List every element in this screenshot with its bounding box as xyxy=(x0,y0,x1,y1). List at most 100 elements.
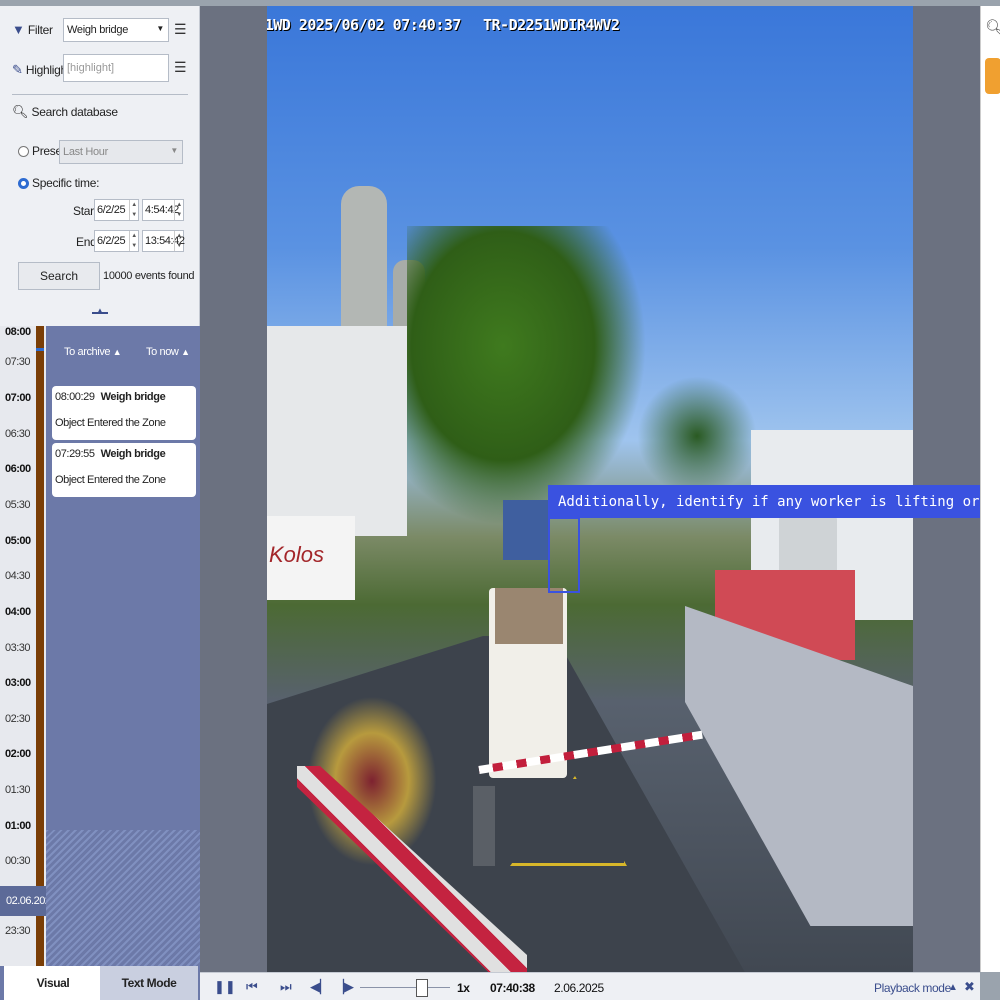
event-desc: Object Entered the Zone xyxy=(55,417,166,429)
event-time: 07:29:55 xyxy=(55,448,95,460)
spin-arrows-icon[interactable]: ▲ ▼ xyxy=(174,200,183,220)
start-date-field[interactable]: 6/2/25 ▲ ▼ xyxy=(94,199,139,221)
speed-slider[interactable] xyxy=(360,987,450,988)
specific-time-radio-icon[interactable] xyxy=(18,177,29,189)
kolos-sign: Kolos xyxy=(267,516,355,600)
filter-row: ▼ Filter xyxy=(12,22,53,37)
search-database-row[interactable]: 🔍︎ Search database xyxy=(12,104,118,120)
playback-speed: 1x xyxy=(457,981,470,995)
filter-select[interactable]: Weigh bridge ▼ xyxy=(63,18,169,42)
end-date-value: 6/2/25 xyxy=(97,235,126,247)
playback-bar: ❚❚ ⏮ ⏭ ◀▏ ▕▶ 1x 07:40:38 2.06.2025 Playb… xyxy=(200,972,980,1000)
boundary-wall xyxy=(685,606,913,926)
arrow-up-icon[interactable]: ▲ xyxy=(948,982,958,993)
filter-select-value: Weigh bridge xyxy=(67,24,129,36)
to-now-button[interactable]: To now ▲ xyxy=(146,346,190,358)
factory-building xyxy=(267,326,407,536)
event-name: Weigh bridge xyxy=(100,448,166,460)
truck-blue xyxy=(503,500,549,560)
highlight-settings-icon[interactable]: ☰ xyxy=(174,59,188,77)
search-database-label: Search database xyxy=(31,105,119,119)
to-archive-button[interactable]: To archive ▲ xyxy=(64,346,122,358)
step-forward-icon[interactable]: ▕▶ xyxy=(334,979,354,995)
spin-arrows-icon[interactable]: ▲ ▼ xyxy=(129,231,138,251)
timeline-tick: 01:00 xyxy=(5,820,31,832)
events-panel: To archive ▲ To now ▲ 08:00:29 Weigh brid… xyxy=(46,326,200,970)
timeline-tick: 05:00 xyxy=(5,535,31,547)
chevron-down-icon: ▼ xyxy=(170,146,178,155)
chevron-down-icon: ▼ xyxy=(156,24,164,33)
skip-end-icon[interactable]: ⏭ xyxy=(280,979,292,995)
event-card[interactable]: 08:00:29 Weigh bridge Object Entered the … xyxy=(52,386,196,440)
timeline-date: 02.06.2025 xyxy=(0,886,57,916)
timeline-tick: 04:00 xyxy=(5,606,31,618)
to-now-label: To now xyxy=(146,346,179,358)
playback-date: 2.06.2025 xyxy=(554,981,604,995)
to-archive-label: To archive xyxy=(64,346,111,358)
palm-trees xyxy=(407,226,647,526)
event-desc: Object Entered the Zone xyxy=(55,474,166,486)
spin-arrows-icon[interactable]: ▲ ▼ xyxy=(174,231,183,251)
event-card[interactable]: 07:29:55 Weigh bridge Object Entered the … xyxy=(52,443,196,497)
timeline-bar xyxy=(36,326,44,966)
filter-icon: ▼ xyxy=(12,22,25,37)
truck-cargo xyxy=(495,588,563,644)
tab-visual[interactable]: Visual xyxy=(4,966,102,1000)
timeline-cursor xyxy=(36,348,44,351)
search-button[interactable]: Search xyxy=(18,262,100,290)
tab-text-mode[interactable]: Text Mode xyxy=(100,966,198,1000)
filter-panel: ▼ Filter Weigh bridge ▼ ☰ ✎ Highlight [h… xyxy=(0,6,200,326)
timeline-tick: 05:30 xyxy=(5,499,31,511)
detection-box xyxy=(548,517,580,593)
no-data-hatch xyxy=(46,830,200,970)
filter-label: Filter xyxy=(27,22,53,37)
event-name: Weigh bridge xyxy=(100,391,166,403)
right-toolbar: 🔍︎ xyxy=(980,6,1000,972)
preset-select-value: Last Hour xyxy=(63,146,108,158)
end-date-field[interactable]: 6/2/25 ▲ ▼ xyxy=(94,230,139,252)
timeline-tick: 04:30 xyxy=(5,570,31,582)
silo xyxy=(341,186,387,336)
specific-time-label: Specific time: xyxy=(32,176,100,190)
osd-timestamp: TR-D2251WD 2025/06/02 07:40:37 xyxy=(267,16,461,34)
divider xyxy=(12,94,188,95)
timeline-tick: 23:30 xyxy=(5,925,31,937)
arrow-up-icon: ▲ xyxy=(181,347,190,357)
start-date-value: 6/2/25 xyxy=(97,204,126,216)
close-icon[interactable]: ✖ xyxy=(964,979,975,995)
preset-select[interactable]: Last Hour ▼ xyxy=(59,140,183,164)
timeline-tick: 03:00 xyxy=(5,677,31,689)
end-time-field[interactable]: 13:54:42 ▲ ▼ xyxy=(142,230,185,252)
skip-start-icon[interactable]: ⏮ xyxy=(246,979,258,995)
speed-slider-handle[interactable] xyxy=(416,979,428,997)
playback-mode-label[interactable]: Playback mode xyxy=(874,981,951,995)
camera-icon[interactable] xyxy=(985,58,1000,94)
spin-arrows-icon[interactable]: ▲ ▼ xyxy=(129,200,138,220)
search-icon[interactable]: 🔍︎ xyxy=(985,18,1000,38)
osd-camera-name: TR-D2251WDIR4WV2 xyxy=(483,16,620,34)
instruction-caption: Additionally, identify if any worker is … xyxy=(548,485,1000,518)
event-time: 08:00:29 xyxy=(55,391,95,403)
trees-right xyxy=(637,376,757,496)
specific-time-radio[interactable]: Specific time: xyxy=(18,176,99,190)
timeline-tick: 02:30 xyxy=(5,713,31,725)
timeline-tick: 07:00 xyxy=(5,392,31,404)
timeline[interactable]: 08:00 07:30 07:00 06:30 06:00 05:30 05:00 04:30… xyxy=(0,326,57,966)
timeline-tick: 00:30 xyxy=(5,855,31,867)
highlight-input[interactable]: [highlight] xyxy=(63,54,169,82)
preset-radio-icon[interactable] xyxy=(18,145,29,157)
collapse-handle-icon[interactable]: ▲ xyxy=(92,306,108,315)
events-found-count: 10000 events found xyxy=(103,270,195,282)
filter-settings-icon[interactable]: ☰ xyxy=(174,21,188,39)
timeline-tick: 07:30 xyxy=(5,356,31,368)
highlight-row: ✎ Highlight xyxy=(12,62,70,78)
search-icon: 🔍︎ xyxy=(12,104,29,119)
timeline-tick: 08:00 xyxy=(5,326,31,338)
pause-icon[interactable]: ❚❚ xyxy=(214,979,236,995)
timeline-tick: 06:00 xyxy=(5,463,31,475)
timeline-tick: 06:30 xyxy=(5,428,31,440)
step-back-icon[interactable]: ◀▏ xyxy=(310,979,330,995)
playback-time: 07:40:38 xyxy=(490,981,535,995)
start-time-field[interactable]: 4:54:42 ▲ ▼ xyxy=(142,199,184,221)
timeline-tick: 02:00 xyxy=(5,748,31,760)
